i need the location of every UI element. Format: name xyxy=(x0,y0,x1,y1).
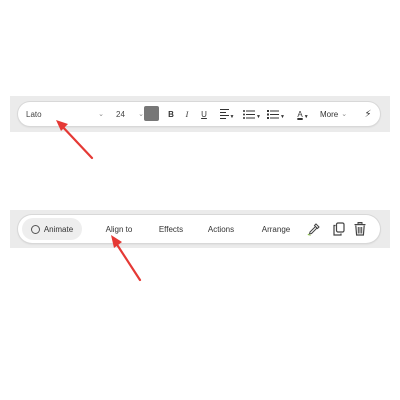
annotation-arrows xyxy=(56,120,142,282)
arrow-to-align-to xyxy=(111,235,142,282)
arrow-to-font-select xyxy=(56,120,94,160)
